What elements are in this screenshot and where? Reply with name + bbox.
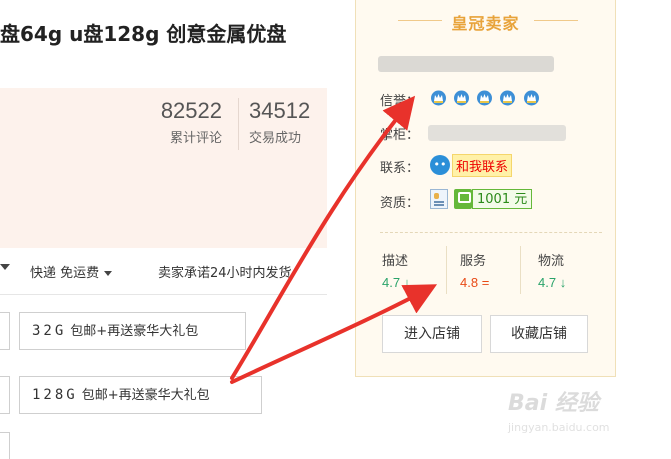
crown-rating[interactable] <box>430 89 542 109</box>
score-divider <box>446 246 447 294</box>
score-divider <box>520 246 521 294</box>
option-desc: 包邮+再送豪华大礼包 <box>70 324 199 339</box>
option-desc: 包邮+再送豪华大礼包 <box>81 388 210 403</box>
contact-seller-button[interactable]: •• 和我联系 <box>430 153 513 177</box>
seller-card: 皇冠卖家 信誉： 掌柜： 联系： •• 和我联系 资质： 1001 元 描述 4… <box>355 0 616 377</box>
watermark-url: jingyan.baidu.com <box>508 421 610 434</box>
shopkeeper-name-blurred[interactable] <box>428 125 566 141</box>
option-edge[interactable] <box>0 312 10 350</box>
enter-shop-button[interactable]: 进入店铺 <box>382 315 482 353</box>
score-value-row: 4.7 ↓ <box>538 275 566 290</box>
score-label: 描述 <box>382 254 409 269</box>
option-edge[interactable] <box>0 376 10 414</box>
region-dropdown-caret-icon[interactable] <box>0 264 10 270</box>
score-value: 4.7 <box>538 275 557 290</box>
baidu-jingyan-watermark: Bai 经验 jingyan.baidu.com <box>508 385 658 455</box>
stat-transactions[interactable]: 34512 交易成功 <box>238 98 314 150</box>
option-128g[interactable]: 128G 包邮+再送豪华大礼包 <box>19 376 262 414</box>
contact-label: 联系： <box>380 161 420 176</box>
qualification-row: 资质： 1001 元 <box>380 189 533 211</box>
arrow-down-icon: ↓ <box>559 275 567 290</box>
seller-level-title: 皇冠卖家 <box>451 14 520 33</box>
option-capacity: 128G <box>32 387 78 403</box>
seller-name-blurred[interactable] <box>378 56 554 72</box>
crown-icon <box>454 90 470 106</box>
score-value: 4.7 <box>382 275 401 290</box>
stat-reviews-value: 82522 <box>160 98 222 123</box>
header-rule-right <box>534 20 578 21</box>
score-label: 服务 <box>460 254 487 269</box>
crown-icon <box>523 90 539 106</box>
dashed-divider <box>380 232 602 233</box>
shipping-text: 快递 免运费 <box>30 266 100 281</box>
score-description: 描述 4.7 ↓ <box>382 250 410 290</box>
crown-icon <box>431 90 446 106</box>
contact-seller-text: 和我联系 <box>452 153 513 177</box>
stat-reviews[interactable]: 82522 累计评论 <box>150 98 222 146</box>
qualification-label: 资质： <box>380 196 420 211</box>
arrow-down-icon: ↓ <box>403 275 411 290</box>
stat-transactions-value: 34512 <box>249 98 311 123</box>
qualification-icons: 1001 元 <box>430 189 533 209</box>
id-verified-icon[interactable] <box>430 189 448 209</box>
option-edge[interactable] <box>0 432 10 459</box>
chat-icon: •• <box>430 155 450 175</box>
contact-row: 联系： •• 和我联系 <box>380 153 513 177</box>
credit-row: 信誉： <box>380 90 539 109</box>
stat-transactions-label: 交易成功 <box>249 131 302 146</box>
option-32g[interactable]: 32G 包邮+再送豪华大礼包 <box>19 312 246 350</box>
stats-bar: 82522 累计评论 34512 交易成功 <box>0 88 327 158</box>
favorite-shop-button[interactable]: 收藏店铺 <box>490 315 588 353</box>
score-logistics: 物流 4.7 ↓ <box>538 250 566 290</box>
option-capacity: 32G <box>32 323 67 339</box>
score-label: 物流 <box>538 254 565 269</box>
chevron-down-icon <box>104 271 113 276</box>
product-title: 盘64g u盘128g 创意金属优盘 <box>0 22 287 46</box>
deposit-icon[interactable] <box>454 189 472 209</box>
score-value-row: 4.8 = <box>460 275 489 290</box>
score-service: 服务 4.8 = <box>460 250 489 290</box>
crown-icon <box>500 90 516 106</box>
shipping-selector[interactable]: 快递 免运费 <box>30 262 113 281</box>
deposit-amount[interactable]: 1001 元 <box>472 189 533 209</box>
stat-reviews-label: 累计评论 <box>169 131 222 146</box>
crown-icon <box>477 90 493 106</box>
score-value-row: 4.7 ↓ <box>382 275 410 290</box>
product-summary-panel: 82522 累计评论 34512 交易成功 <box>0 88 327 248</box>
score-value: 4.8 <box>460 275 479 290</box>
credit-label: 信誉： <box>380 94 420 109</box>
watermark-logo: Bai 经验 <box>508 391 599 416</box>
shopkeeper-row: 掌柜： <box>380 124 566 143</box>
delivery-promise: 卖家承诺24小时内发货 <box>158 266 292 281</box>
equal-icon: = <box>481 275 490 290</box>
seller-card-header: 皇冠卖家 <box>356 0 615 40</box>
divider <box>0 294 327 295</box>
shopkeeper-label: 掌柜： <box>380 128 420 143</box>
